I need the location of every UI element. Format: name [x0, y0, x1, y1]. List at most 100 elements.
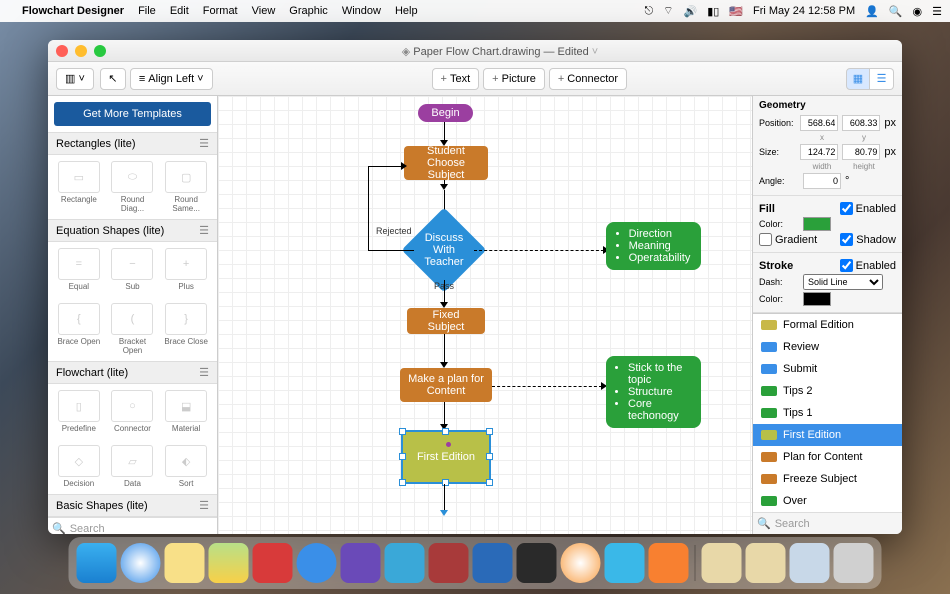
stroke-enabled-checkbox[interactable]: Enabled — [840, 259, 896, 272]
node-plan[interactable]: Make a plan for Content — [400, 368, 492, 402]
shape-bracket-open[interactable]: (Bracket Open — [108, 303, 156, 355]
shape-connector[interactable]: ○Connector — [108, 390, 156, 433]
view-list-button[interactable]: ☰ — [870, 68, 894, 90]
view-grid-button[interactable]: ▦ — [846, 68, 870, 90]
menu-help[interactable]: Help — [395, 5, 418, 17]
shape-material[interactable]: ⬓Material — [162, 390, 210, 433]
shape-sub[interactable]: −Sub — [108, 248, 156, 291]
dock-vscode-icon[interactable] — [473, 543, 513, 583]
fill-color-swatch[interactable] — [803, 217, 831, 231]
size-h-input[interactable] — [842, 144, 880, 160]
menubar[interactable]: Flowchart Designer File Edit Format View… — [0, 0, 950, 22]
menu-file[interactable]: File — [138, 5, 156, 17]
layer-search[interactable]: 🔍Search — [753, 512, 902, 534]
layer-item[interactable]: Freeze Subject — [753, 468, 902, 490]
dock-finder-icon[interactable] — [77, 543, 117, 583]
siri-icon[interactable]: ◉ — [913, 5, 923, 18]
shape-decision[interactable]: ◇Decision — [55, 445, 103, 488]
insert-picture-button[interactable]: +Picture — [483, 68, 545, 90]
menu-format[interactable]: Format — [203, 5, 238, 17]
dock-app2-icon[interactable] — [341, 543, 381, 583]
shape-round-same[interactable]: ▢Round Same... — [162, 161, 210, 213]
canvas[interactable]: Begin Student Choose Subject Discuss Wit… — [218, 96, 752, 534]
section-flowchart[interactable]: Flowchart (lite)☰ — [48, 361, 217, 384]
section-equation[interactable]: Equation Shapes (lite)☰ — [48, 219, 217, 242]
node-begin[interactable]: Begin — [418, 104, 473, 122]
dash-select[interactable]: Solid Line — [803, 274, 883, 290]
spotlight-icon[interactable]: 🔍 — [889, 5, 903, 18]
dock-photos-icon[interactable] — [561, 543, 601, 583]
get-templates-button[interactable]: Get More Templates — [54, 102, 211, 126]
shape-brace-open[interactable]: {Brace Open — [55, 303, 103, 355]
shadow-checkbox[interactable]: Shadow — [840, 233, 896, 246]
minimize-button[interactable] — [75, 45, 87, 57]
node-fixed[interactable]: Fixed Subject — [407, 308, 485, 334]
title-chevron-icon[interactable]: ˅ — [589, 46, 598, 58]
section-basic[interactable]: Basic Shapes (lite)☰ — [48, 494, 217, 517]
user-icon[interactable]: 👤 — [865, 5, 879, 18]
section-menu-icon[interactable]: ☰ — [199, 224, 209, 237]
layer-item[interactable]: First Edition — [753, 424, 902, 446]
dock-app5-icon[interactable] — [649, 543, 689, 583]
insert-text-button[interactable]: +Text — [432, 68, 480, 90]
menu-graphic[interactable]: Graphic — [289, 5, 328, 17]
node-first-edition[interactable]: First Edition — [401, 430, 491, 484]
layer-item[interactable]: Tips 1 — [753, 402, 902, 424]
dock-appstore-icon[interactable] — [297, 543, 337, 583]
close-button[interactable] — [56, 45, 68, 57]
layer-item[interactable]: Review — [753, 336, 902, 358]
zoom-button[interactable] — [94, 45, 106, 57]
shape-rectangle[interactable]: ▭Rectangle — [55, 161, 103, 213]
dock-safari-icon[interactable] — [121, 543, 161, 583]
dock-folder1-icon[interactable] — [702, 543, 742, 583]
section-menu-icon[interactable]: ☰ — [199, 366, 209, 379]
gradient-checkbox[interactable]: Gradient — [759, 233, 817, 246]
fill-enabled-checkbox[interactable]: Enabled — [840, 202, 896, 215]
dock-trash-icon[interactable] — [834, 543, 874, 583]
dock[interactable] — [69, 537, 882, 589]
section-menu-icon[interactable]: ☰ — [199, 499, 209, 512]
shape-predefine[interactable]: ▯Predefine — [55, 390, 103, 433]
align-button[interactable]: ≡ Align Left ˅ — [130, 68, 213, 90]
flag-icon[interactable]: 🇺🇸 — [729, 5, 743, 18]
wifi-icon[interactable]: ⌔ — [663, 4, 673, 18]
shape-equal[interactable]: =Equal — [55, 248, 103, 291]
shape-round-diag[interactable]: ⬭Round Diag... — [108, 161, 156, 213]
layer-item[interactable]: Over — [753, 490, 902, 512]
dock-app3-icon[interactable] — [385, 543, 425, 583]
node-tips2[interactable]: Stick to the topicStructureCore techonog… — [606, 356, 701, 428]
volume-icon[interactable]: 🔊 — [684, 5, 698, 18]
insert-connector-button[interactable]: +Connector — [549, 68, 627, 90]
position-y-input[interactable] — [842, 115, 880, 131]
shape-plus[interactable]: +Plus — [162, 248, 210, 291]
dock-app1-icon[interactable] — [253, 543, 293, 583]
bluetooth-icon[interactable]: ⎋ — [644, 5, 653, 18]
dock-notes-icon[interactable] — [165, 543, 205, 583]
section-rectangles[interactable]: Rectangles (lite)☰ — [48, 132, 217, 155]
dock-dictionary-icon[interactable] — [429, 543, 469, 583]
dock-terminal-icon[interactable] — [517, 543, 557, 583]
dock-maps-icon[interactable] — [209, 543, 249, 583]
shape-data[interactable]: ▱Data — [108, 445, 156, 488]
dock-folder2-icon[interactable] — [746, 543, 786, 583]
battery-icon[interactable]: ▮▯ — [707, 5, 719, 18]
menu-window[interactable]: Window — [342, 5, 381, 17]
dock-app4-icon[interactable] — [605, 543, 645, 583]
sidebar-search[interactable]: 🔍Search — [48, 517, 217, 534]
panel-toggle-button[interactable]: ▥ ˅ — [56, 68, 94, 90]
clock[interactable]: Fri May 24 12:58 PM — [753, 5, 855, 17]
menu-view[interactable]: View — [252, 5, 276, 17]
node-tips1[interactable]: DirectionMeaningOperatability — [606, 222, 701, 270]
shape-sort[interactable]: ⬖Sort — [162, 445, 210, 488]
position-x-input[interactable] — [800, 115, 838, 131]
menu-edit[interactable]: Edit — [170, 5, 189, 17]
dock-folder3-icon[interactable] — [790, 543, 830, 583]
size-w-input[interactable] — [800, 144, 838, 160]
stroke-color-swatch[interactable] — [803, 292, 831, 306]
node-student[interactable]: Student Choose Subject — [404, 146, 488, 180]
layer-item[interactable]: Formal Edition — [753, 314, 902, 336]
layer-item[interactable]: Submit — [753, 358, 902, 380]
layer-item[interactable]: Tips 2 — [753, 380, 902, 402]
notification-icon[interactable]: ☰ — [932, 5, 942, 18]
angle-input[interactable] — [803, 173, 841, 189]
